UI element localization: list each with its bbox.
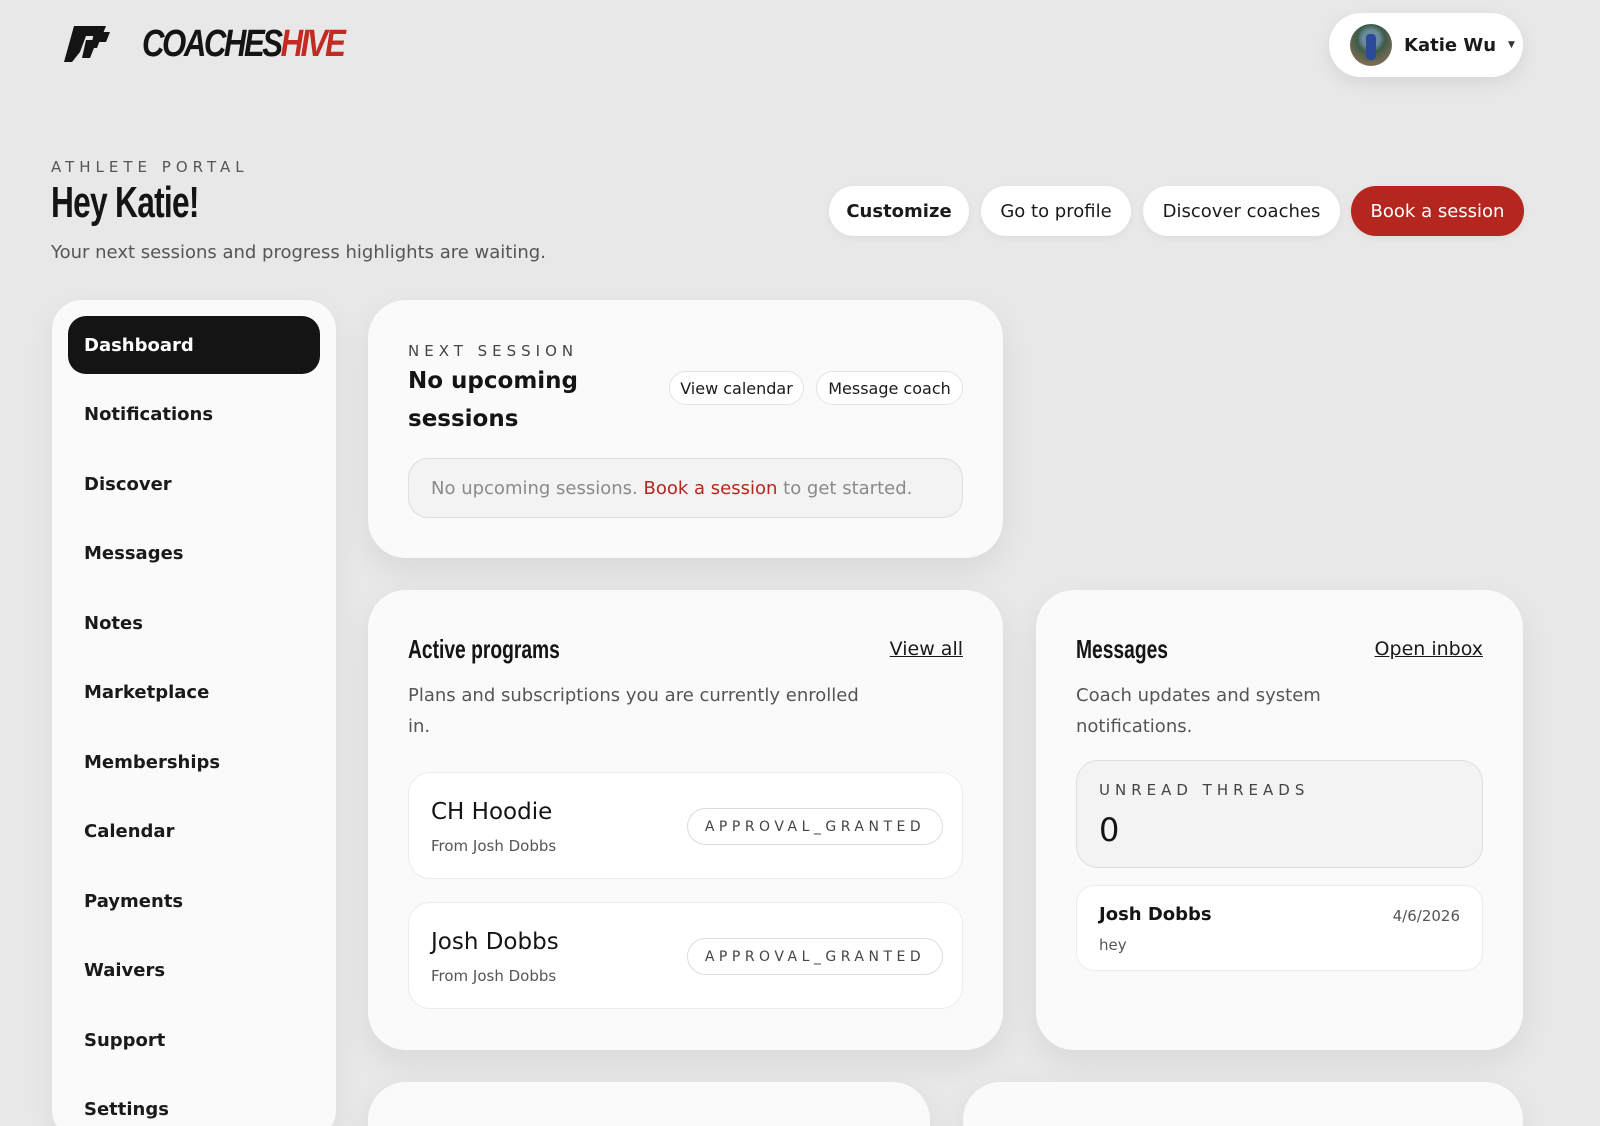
messages-title: Messages (1076, 634, 1168, 664)
coacheshive-logo-icon (64, 26, 110, 62)
sidebar-item-settings[interactable]: Settings (68, 1081, 320, 1126)
message-thread-item[interactable]: Josh Dobbs 4/6/2026 hey (1076, 885, 1483, 971)
page-subtitle: Your next sessions and progress highligh… (51, 242, 546, 263)
program-item[interactable]: Josh Dobbs From Josh Dobbs APPROVAL_GRAN… (408, 902, 963, 1009)
program-from: From Josh Dobbs (431, 967, 557, 985)
avatar (1350, 24, 1392, 66)
sidebar-item-discover[interactable]: Discover (68, 455, 320, 513)
sidebar-item-calendar[interactable]: Calendar (68, 803, 320, 861)
message-coach-button[interactable]: Message coach (816, 371, 963, 405)
thread-date: 4/6/2026 (1392, 907, 1460, 925)
sidebar-item-notifications[interactable]: Notifications (68, 386, 320, 444)
bottom-left-card (368, 1082, 930, 1126)
unread-threads-count: 0 (1099, 811, 1120, 849)
messages-card: Messages Open inbox Coach updates and sy… (1036, 590, 1523, 1050)
status-badge: APPROVAL_GRANTED (687, 938, 943, 975)
sidebar-item-memberships[interactable]: Memberships (68, 733, 320, 791)
sidebar-item-payments[interactable]: Payments (68, 872, 320, 930)
book-session-button[interactable]: Book a session (1351, 186, 1524, 236)
next-session-title-line1: No upcoming (408, 368, 579, 394)
program-item[interactable]: CH Hoodie From Josh Dobbs APPROVAL_GRANT… (408, 772, 963, 879)
book-session-link[interactable]: Book a session (644, 478, 778, 499)
sidebar-nav: Dashboard Notifications Discover Message… (52, 300, 336, 1126)
brand-wordmark: COACHESHIVE (142, 23, 346, 65)
empty-suffix: to get started. (783, 477, 913, 499)
sidebar-item-messages[interactable]: Messages (68, 525, 320, 583)
user-name: Katie Wu (1404, 34, 1497, 56)
program-name: Josh Dobbs (431, 929, 559, 955)
sidebar-item-support[interactable]: Support (68, 1011, 320, 1069)
sidebar-item-marketplace[interactable]: Marketplace (68, 664, 320, 722)
open-inbox-link[interactable]: Open inbox (1375, 638, 1483, 660)
empty-prefix: No upcoming sessions. (431, 477, 638, 499)
no-sessions-notice: No upcoming sessions. Book a session to … (408, 458, 963, 518)
sidebar-item-waivers[interactable]: Waivers (68, 942, 320, 1000)
next-session-eyebrow: NEXT SESSION (408, 342, 579, 360)
unread-threads-label: UNREAD THREADS (1099, 781, 1310, 799)
programs-desc-line2: in. (408, 716, 431, 737)
program-name: CH Hoodie (431, 799, 553, 825)
next-session-title: No upcoming sessions (408, 362, 578, 438)
discover-coaches-button[interactable]: Discover coaches (1143, 186, 1340, 236)
bottom-right-card (963, 1082, 1523, 1126)
programs-desc-line1: Plans and subscriptions you are currentl… (408, 685, 859, 706)
active-programs-title: Active programs (408, 634, 560, 664)
view-calendar-button[interactable]: View calendar (669, 371, 804, 405)
sidebar-item-dashboard[interactable]: Dashboard (68, 316, 320, 374)
caret-down-icon: ▼ (1508, 40, 1515, 50)
messages-desc-line1: Coach updates and system (1076, 685, 1321, 706)
program-from: From Josh Dobbs (431, 837, 557, 855)
thread-sender: Josh Dobbs (1099, 904, 1212, 925)
next-session-title-line2: sessions (408, 406, 519, 432)
page-title: Hey Katie! (51, 178, 199, 227)
brand-word-dark: COACHES (142, 23, 283, 65)
messages-desc-line2: notifications. (1076, 716, 1193, 737)
unread-threads-panel: UNREAD THREADS 0 (1076, 760, 1483, 868)
next-session-card: NEXT SESSION No upcoming sessions View c… (368, 300, 1003, 558)
brand-logo[interactable]: COACHESHIVE (64, 22, 388, 66)
user-menu-button[interactable]: Katie Wu ▼ (1329, 13, 1523, 77)
go-to-profile-button[interactable]: Go to profile (981, 186, 1131, 236)
messages-description: Coach updates and system notifications. (1076, 680, 1321, 742)
brand-word-accent: HIVE (280, 23, 346, 65)
active-programs-card: Active programs View all Plans and subsc… (368, 590, 1003, 1050)
portal-eyebrow: ATHLETE PORTAL (51, 158, 249, 176)
thread-preview: hey (1099, 936, 1127, 954)
customize-button[interactable]: Customize (829, 186, 969, 236)
status-badge: APPROVAL_GRANTED (687, 808, 943, 845)
view-all-link[interactable]: View all (890, 638, 963, 660)
sidebar-item-notes[interactable]: Notes (68, 594, 320, 652)
active-programs-description: Plans and subscriptions you are currentl… (408, 680, 859, 742)
